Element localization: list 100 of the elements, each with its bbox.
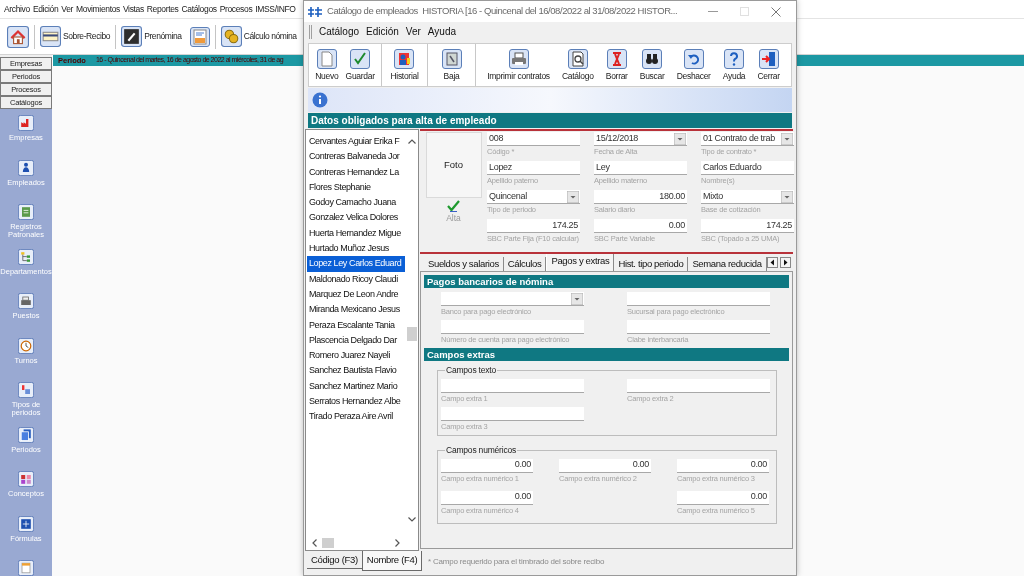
input-field[interactable]: 0.00 [441,490,533,505]
list-item[interactable]: Contreras Hernandez La [307,164,405,180]
dropdown-arrow-icon[interactable] [781,190,793,203]
dropdown-field[interactable]: Mixto [701,190,794,204]
chevron-right-icon[interactable] [395,539,400,547]
list-item[interactable]: Romero Juarez Nayeli [307,348,405,364]
toolbar-grip-icon [309,24,312,39]
dropdown-field[interactable]: 01 Contrato de trab [701,132,794,146]
toolbar-button[interactable]: Ayuda [721,49,747,81]
input-field[interactable]: Ley [594,161,687,175]
input-field[interactable]: 008 [487,132,580,146]
clock-icon[interactable] [18,337,34,354]
list-item[interactable]: Hurtado Muñoz Jesus [307,241,405,257]
input-field[interactable]: 174.25 [701,219,794,233]
dropdown-field[interactable]: 15/12/2018 [594,132,687,146]
report-button[interactable] [189,26,210,47]
photo-frame[interactable]: Foto [425,132,482,198]
toolbar-button[interactable]: Sobre-Recibo [40,26,111,47]
scrollbar-thumb[interactable] [406,327,417,341]
org-chart-icon[interactable] [18,248,34,265]
menu-item[interactable]: Procesos [219,2,253,16]
menu-item[interactable]: Movimientos [76,2,120,16]
input-field[interactable]: 0.00 [677,458,769,473]
toolbar-button[interactable]: Borrar [604,49,629,81]
toolbar-button[interactable]: Baja [440,49,463,81]
list-item[interactable]: Plascencia Delgado Dar [307,332,405,349]
input-field[interactable]: 180.00 [594,190,687,204]
tab[interactable]: Código (F3) [307,552,362,569]
dropdown-arrow-icon[interactable] [567,190,579,203]
menu-item[interactable]: Edición [366,24,399,39]
menu-item[interactable]: Ayuda [427,24,457,39]
menu-item[interactable]: IMSS/INFO [255,2,296,16]
ledger-icon[interactable] [18,204,34,220]
toolbar-button[interactable]: Catálogo [561,49,595,81]
list-item[interactable]: Cervantes Aguiar Erika F [307,134,405,150]
dropdown-arrow-icon[interactable] [674,132,686,145]
list-item[interactable]: Sanchez Martinez Mario [307,378,405,395]
list-item[interactable]: Sanchez Bautista Flavio [307,363,405,379]
input-field[interactable] [627,292,770,306]
list-item[interactable]: Gonzalez Velica Dolores [307,210,405,226]
toolbar-button[interactable]: Nuevo [314,49,340,81]
person-icon[interactable] [18,159,34,176]
chevron-up-icon[interactable] [407,139,416,144]
input-field[interactable]: 0.00 [677,490,769,505]
dropdown-arrow-icon[interactable] [781,132,793,145]
list-item[interactable]: Godoy Camacho Juana [307,195,405,211]
input-field[interactable]: Carlos Eduardo [701,161,794,175]
input-field[interactable] [627,320,770,334]
input-field[interactable] [441,406,584,421]
list-item[interactable]: Flores Stephanie [307,179,405,196]
toolbar-button[interactable]: Imprimir contratos [486,49,551,81]
toolbar-button[interactable]: Buscar [638,49,666,81]
list-item[interactable]: Miranda Mexicano Jesus [307,302,405,318]
menu-item[interactable]: Edición [32,2,59,16]
chevron-down-icon[interactable] [407,517,416,522]
dropdown-field[interactable] [441,292,584,306]
input-field[interactable]: 0.00 [559,458,651,473]
menu-item[interactable]: Ver [405,24,421,39]
chevron-left-icon[interactable] [312,539,317,547]
toolbar-button[interactable]: Guardar [344,49,376,81]
plus-tile-icon[interactable] [18,515,34,532]
list-item[interactable]: Marquez De Leon Andre [307,286,405,303]
toolbar-button[interactable]: Cerrar [756,49,781,81]
scrollbar-thumb[interactable] [322,538,334,548]
dropdown-arrow-icon[interactable] [571,292,583,305]
list-item[interactable]: Serratos Hernandez Albe [307,394,405,410]
chart-icon[interactable] [18,382,34,398]
list-item[interactable]: Huerta Hernandez Migue [307,225,405,242]
toolbar-button[interactable]: Prenómina [121,26,182,47]
menu-item[interactable]: Reportes [146,2,179,16]
close-icon[interactable] [771,6,781,17]
dropdown-field[interactable]: Quincenal [487,190,580,204]
input-field[interactable]: 0.00 [594,219,687,233]
pages-icon[interactable] [18,426,34,443]
list-item[interactable]: Peraza Escalante Tania [307,317,405,333]
tab[interactable]: Nombre (F4) [361,551,423,571]
menu-item[interactable]: Archivo [4,2,30,16]
grid-icon[interactable] [18,471,34,487]
input-field[interactable] [627,378,770,393]
menu-item[interactable]: Ver [61,2,74,16]
menu-item[interactable]: Vistas [122,2,144,16]
document-icon[interactable] [18,560,34,576]
menu-item[interactable]: Catálogos [181,2,217,16]
toolbar-button[interactable]: Cálculo nómina [220,26,297,47]
menu-item[interactable]: Catálogo [319,24,360,39]
factory-icon[interactable] [18,115,34,131]
toolbar-button[interactable]: Deshacer [675,49,712,81]
input-field[interactable]: Lopez [487,161,580,175]
input-field[interactable] [441,378,584,393]
list-item[interactable]: Lopez Ley Carlos Eduard [307,256,405,272]
list-item[interactable]: Tirado Peraza Aire Avril [307,409,405,425]
tab[interactable]: Pagos y extras [546,254,615,271]
list-item[interactable]: Contreras Balvaneda Jor [307,149,405,165]
input-field[interactable]: 0.00 [441,458,533,473]
input-field[interactable] [441,320,584,334]
toolbar-button[interactable]: Historial [389,49,420,81]
home-button[interactable] [7,25,29,48]
list-item[interactable]: Maldonado Ricoy Claudi [307,271,405,287]
printer-icon[interactable] [18,293,34,309]
input-field[interactable]: 174.25 [487,219,580,233]
